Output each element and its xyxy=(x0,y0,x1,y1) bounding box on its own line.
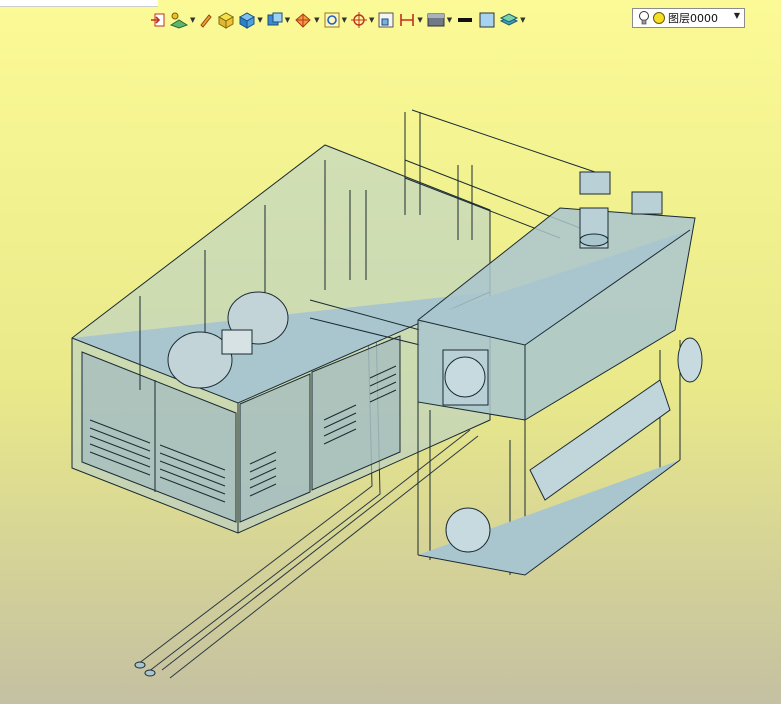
3d-model xyxy=(71,109,703,679)
3d-viewport[interactable]: ▼ ▼ ▼ ▼ ▼ ▼ ▼ ▼ ▼ 图层0000 ▼ xyxy=(0,0,781,704)
